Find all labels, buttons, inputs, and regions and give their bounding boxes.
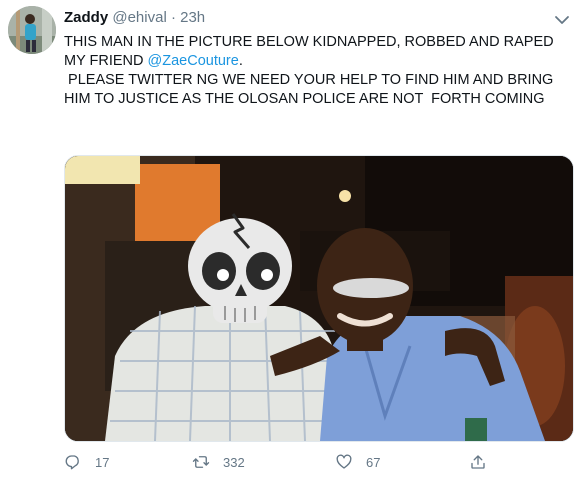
tweet-actions: 17 332 67 xyxy=(64,451,564,473)
share-button[interactable] xyxy=(469,451,487,473)
tweet-header: Zaddy @ehival · 23h xyxy=(64,9,205,26)
chevron-down-icon[interactable] xyxy=(553,14,571,26)
avatar-photo xyxy=(8,6,56,54)
heart-icon xyxy=(336,454,352,469)
avatar[interactable] xyxy=(8,6,56,54)
like-count: 67 xyxy=(366,454,381,470)
retweet-icon xyxy=(192,456,210,468)
tweet-timestamp[interactable]: 23h xyxy=(180,9,205,26)
tweet-text: THIS MAN IN THE PICTURE BELOW KIDNAPPED,… xyxy=(64,33,564,109)
tweet-text-part-1: THIS MAN IN THE PICTURE BELOW KIDNAPPED,… xyxy=(64,34,558,69)
reply-icon xyxy=(65,455,79,470)
mention-link[interactable]: @ZaeCouture xyxy=(148,53,239,69)
like-button[interactable]: 67 xyxy=(335,451,380,473)
reply-button[interactable]: 17 xyxy=(64,451,109,473)
display-name[interactable]: Zaddy xyxy=(64,9,108,26)
share-icon xyxy=(471,455,485,469)
reply-count: 17 xyxy=(95,454,110,470)
user-handle[interactable]: @ehival xyxy=(112,9,166,26)
separator-dot: · xyxy=(170,9,176,26)
retweet-button[interactable]: 332 xyxy=(192,451,245,473)
tweet-photo[interactable] xyxy=(64,155,574,442)
retweet-count: 332 xyxy=(223,454,245,470)
photo-scene xyxy=(65,156,573,441)
